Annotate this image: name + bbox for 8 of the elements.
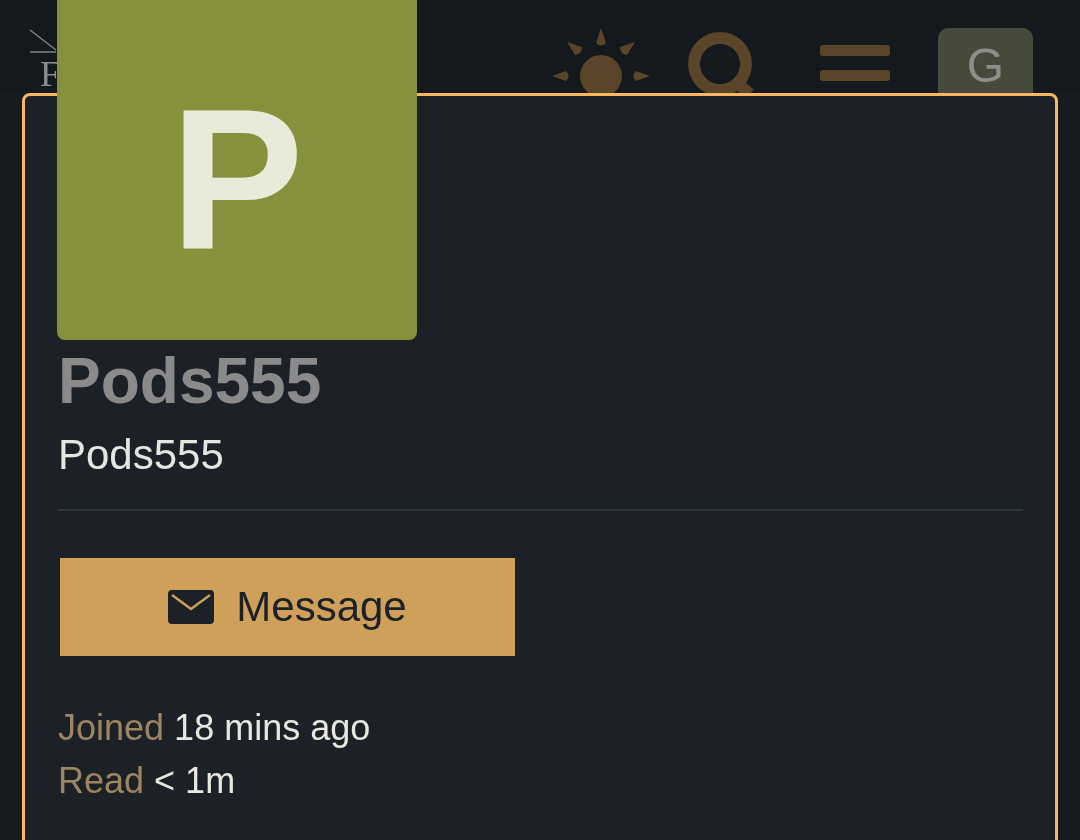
- stat-line: Joined 18 mins ago: [58, 705, 371, 749]
- envelope-icon: [168, 589, 215, 624]
- message-button[interactable]: Message: [60, 557, 515, 656]
- username: Pods555: [58, 432, 224, 479]
- sun-icon[interactable]: [552, 28, 650, 93]
- avatar: P: [57, 0, 417, 340]
- stat-line: Read < 1m: [58, 758, 237, 802]
- display-name: Pods555: [58, 346, 322, 417]
